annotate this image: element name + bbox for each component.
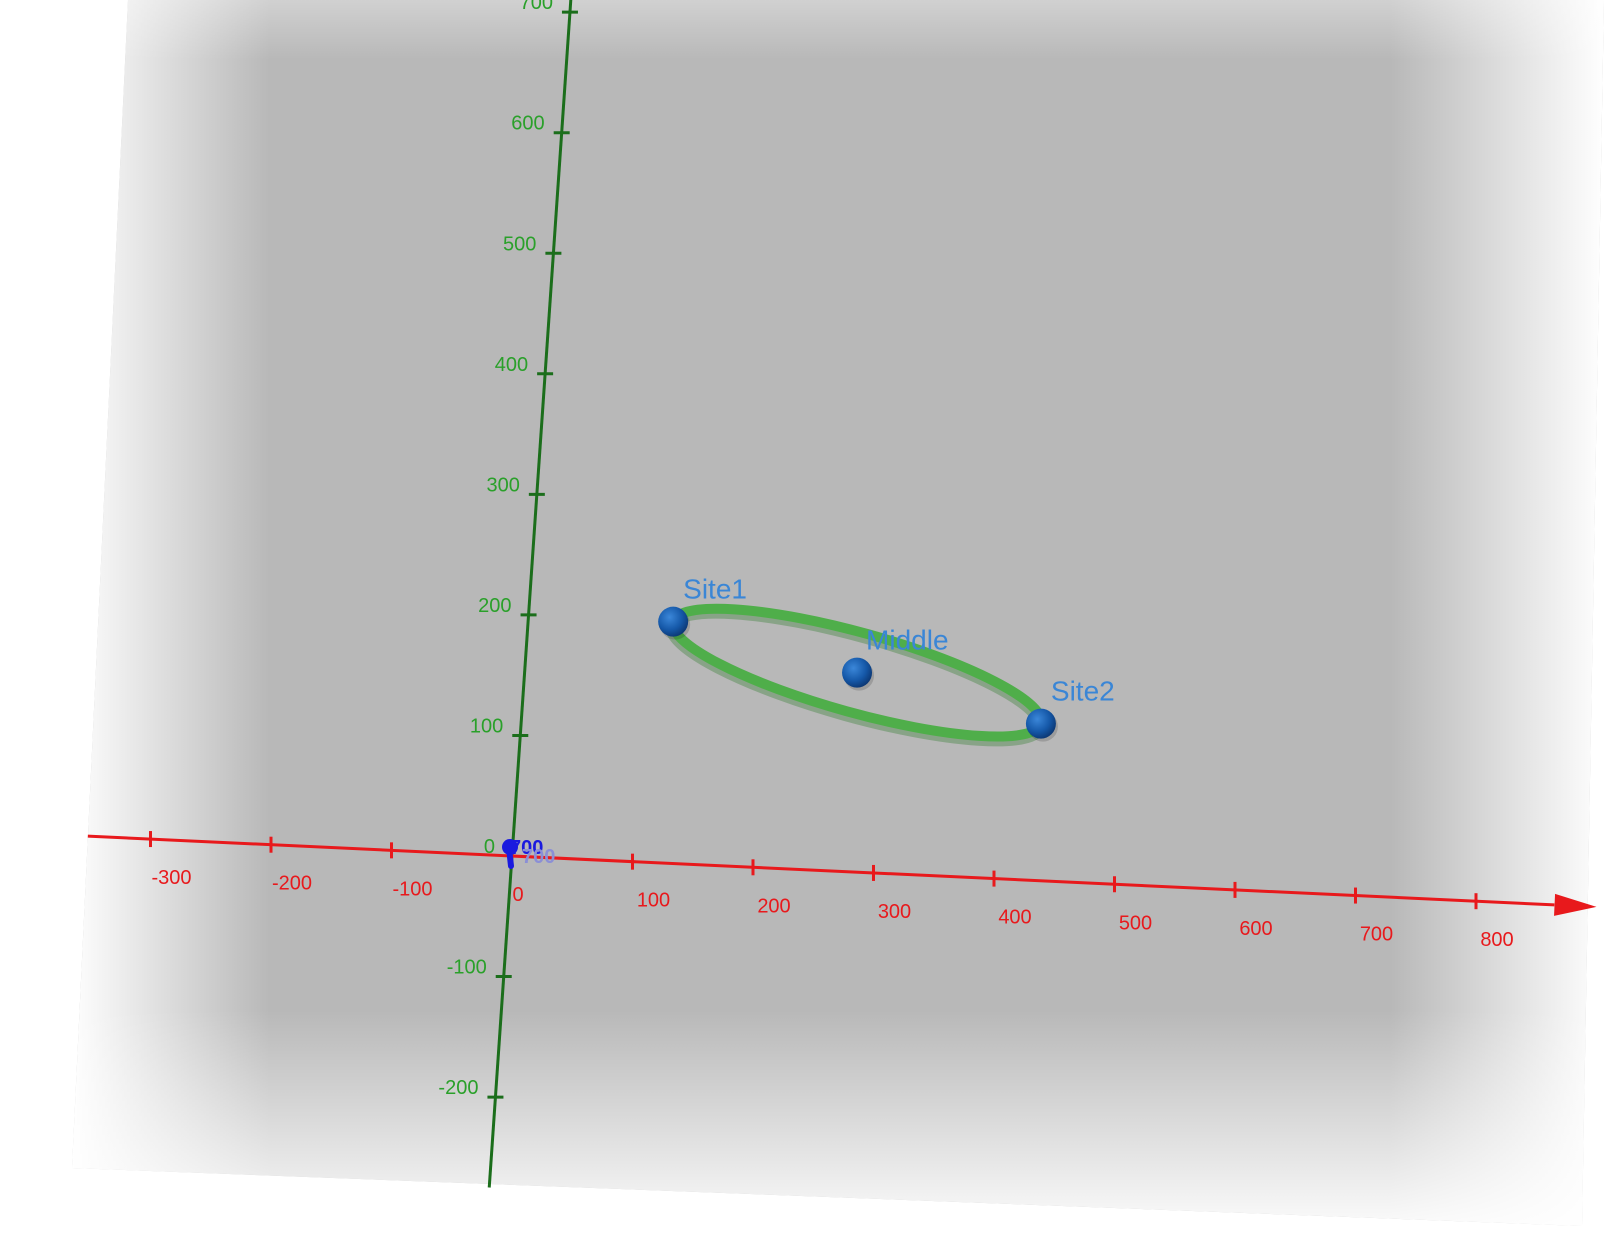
x-axis-tick-label: 500 [1119, 912, 1152, 934]
y-axis-tick-label: 500 [503, 233, 536, 255]
x-axis-tick-label: 800 [1480, 929, 1513, 951]
point-marker[interactable] [842, 657, 873, 688]
point-marker[interactable] [1025, 708, 1056, 739]
z-axis-tick-label: 700 [522, 846, 555, 868]
y-axis-tick-label: 100 [470, 715, 503, 737]
y-axis-tick-label: 700 [520, 0, 553, 14]
point-marker[interactable] [658, 606, 689, 637]
y-axis-tick-label: -100 [447, 957, 487, 979]
y-axis-tick-label: 200 [478, 595, 511, 617]
graphics-3d-view[interactable]: -200 -100 0 100 200 300 400 500 600 700 -300 -200 -… [0, 0, 1604, 1254]
x-axis-tick-label: -100 [392, 878, 432, 900]
y-axis-tick-label: 300 [486, 474, 519, 496]
point-label: Site1 [683, 574, 747, 605]
x-axis-tick-label: 600 [1239, 918, 1272, 940]
x-axis-tick-label: 100 [637, 890, 670, 912]
x-axis-tick-label: 0 [512, 884, 523, 906]
x-axis-tick-label: -300 [151, 867, 191, 889]
point-label: Site2 [1051, 676, 1115, 707]
y-axis-tick-label: -200 [438, 1077, 478, 1099]
x-axis-tick-label: 700 [1360, 924, 1393, 946]
x-axis-tick-label: 300 [878, 901, 911, 923]
x-axis-tick-label: -200 [272, 873, 312, 895]
y-axis-tick-label: 400 [495, 354, 528, 376]
point-label: Middle [866, 625, 948, 656]
y-axis-tick-label: 600 [511, 113, 544, 135]
x-axis-tick-label: 200 [757, 895, 790, 917]
x-axis-tick-label: 400 [998, 907, 1031, 929]
